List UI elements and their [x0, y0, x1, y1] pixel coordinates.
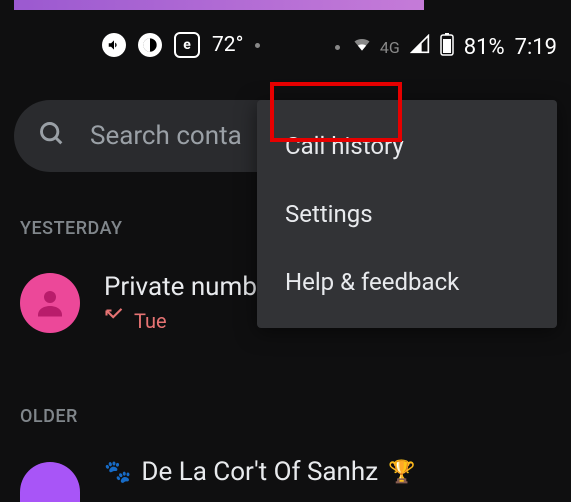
contact-info: Private numb Tue	[104, 272, 257, 333]
status-bar-left: e 72°	[102, 32, 260, 58]
missed-call-icon	[104, 308, 124, 333]
separator-dot	[335, 45, 340, 50]
contact-subtitle: Tue	[104, 308, 257, 333]
section-older: OLDER	[20, 406, 78, 427]
trophy-icon: 🏆	[388, 460, 415, 485]
temperature: 72°	[212, 33, 243, 57]
network-label: 4G	[380, 38, 400, 57]
clock-time: 7:19	[515, 35, 557, 60]
contact-day: Tue	[134, 309, 167, 333]
signal-icon	[410, 34, 430, 60]
wifi-icon	[350, 34, 374, 60]
contact-name: 🐾 De La Cor't Of Sanhz 🏆	[104, 457, 416, 487]
battery-percent: 81%	[464, 35, 505, 60]
search-placeholder: Search conta	[90, 121, 242, 151]
menu-help-feedback[interactable]: Help & feedback	[257, 248, 557, 316]
app-icon: e	[174, 32, 200, 58]
overflow-menu: Call history Settings Help & feedback	[257, 100, 557, 328]
contact-info: 🐾 De La Cor't Of Sanhz 🏆	[104, 457, 416, 487]
section-yesterday: YESTERDAY	[20, 218, 123, 239]
dnd-icon	[138, 33, 162, 57]
contact-name: Private numb	[104, 272, 257, 302]
menu-call-history[interactable]: Call history	[257, 112, 557, 180]
volume-icon	[102, 33, 126, 57]
battery-icon	[440, 32, 454, 62]
contact-row[interactable]: Private numb Tue	[20, 272, 257, 333]
contact-row[interactable]: 🐾 De La Cor't Of Sanhz 🏆	[20, 452, 416, 492]
status-bar-right: 4G 81% 7:19	[335, 32, 557, 62]
accent-bar	[14, 0, 424, 10]
search-icon	[38, 120, 66, 152]
paw-icon: 🐾	[104, 460, 131, 485]
avatar	[20, 462, 80, 502]
separator-dot	[255, 43, 260, 48]
menu-settings[interactable]: Settings	[257, 180, 557, 248]
avatar	[20, 273, 80, 333]
